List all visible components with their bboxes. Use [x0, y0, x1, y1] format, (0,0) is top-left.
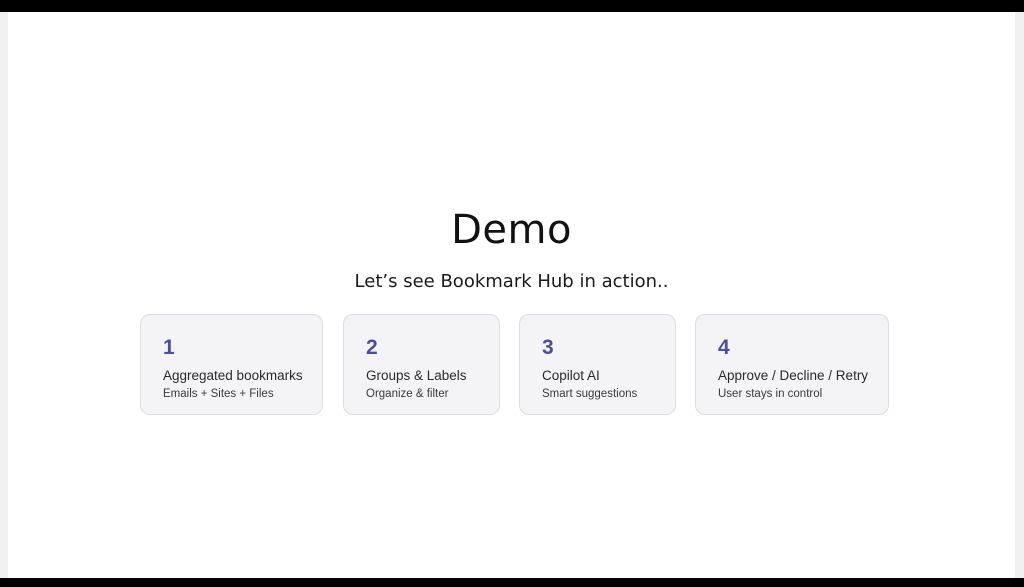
slide-subtitle: Let’s see Bookmark Hub in action.. [354, 271, 669, 292]
card-subtitle: Organize & filter [366, 388, 449, 400]
card-title: Copilot AI [542, 368, 600, 383]
letterbox-top [0, 0, 1024, 12]
card-subtitle: Emails + Sites + Files [163, 388, 274, 400]
card-title: Aggregated bookmarks [163, 368, 303, 383]
card-subtitle: User stays in control [718, 388, 823, 400]
feature-card-approve-decline-retry: 4 Approve / Decline / Retry User stays i… [695, 314, 889, 415]
slide-title: Demo [451, 207, 572, 253]
slide: Demo Let’s see Bookmark Hub in action.. … [8, 12, 1015, 578]
card-number: 3 [542, 336, 554, 359]
card-subtitle: Smart suggestions [542, 388, 638, 400]
card-number: 4 [718, 336, 730, 359]
card-number: 1 [163, 336, 175, 359]
presentation-frame: Demo Let’s see Bookmark Hub in action.. … [0, 0, 1024, 587]
letterbox-bottom [0, 578, 1024, 587]
card-number: 2 [366, 336, 378, 359]
card-title: Approve / Decline / Retry [718, 368, 869, 383]
feature-card-aggregated-bookmarks: 1 Aggregated bookmarks Emails + Sites + … [140, 314, 323, 415]
feature-card-groups-labels: 2 Groups & Labels Organize & filter [343, 314, 500, 415]
card-title: Groups & Labels [366, 368, 467, 383]
feature-card-copilot-ai: 3 Copilot AI Smart suggestions [519, 314, 676, 415]
